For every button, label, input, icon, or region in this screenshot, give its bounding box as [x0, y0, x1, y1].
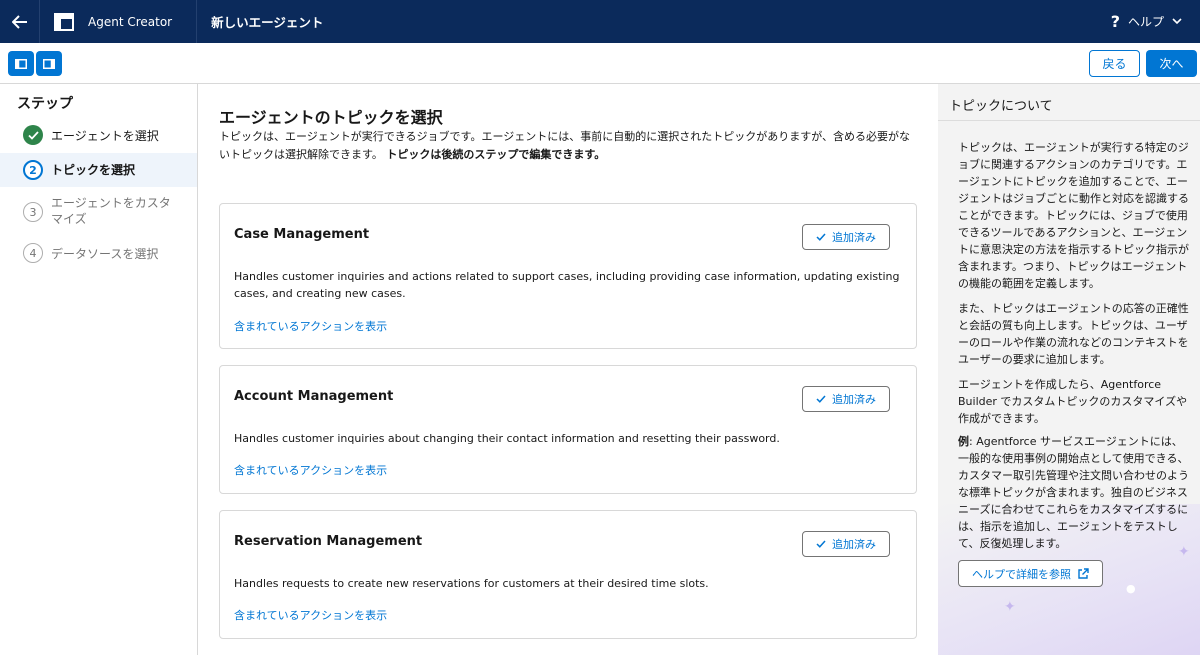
- panel-paragraph: 例: Agentforce サービスエージェントには、一般的な使用事例の開始点と…: [958, 433, 1190, 552]
- step-select-data-sources[interactable]: 4 データソースを選択: [0, 242, 197, 266]
- panel-left-icon: [15, 58, 27, 69]
- panel-right-icon: [43, 58, 55, 69]
- toggle-right-panel-button[interactable]: [36, 51, 62, 76]
- help-label: ヘルプ: [1127, 15, 1164, 29]
- step-select-topics[interactable]: 2 トピックを選択: [0, 153, 197, 187]
- question-icon: ?: [1110, 12, 1120, 31]
- toggle-left-panel-button[interactable]: [8, 51, 34, 76]
- step-label: エージェントをカスタマイズ: [51, 196, 171, 226]
- example-text: : Agentforce サービスエージェントには、一般的な使用事例の開始点とし…: [958, 435, 1189, 550]
- page-title: 新しいエージェント: [211, 15, 324, 30]
- step-label: エージェントを選択: [51, 129, 159, 143]
- panel-header: トピックについて: [938, 84, 1200, 121]
- check-icon: [816, 395, 826, 403]
- help-details-button[interactable]: ヘルプで詳細を参照: [958, 560, 1103, 587]
- topic-card-reservation-management: Reservation Management 追加済み Handles requ…: [219, 510, 917, 639]
- panel-paragraph: また、トピックはエージェントの応答の正確性と会話の質も向上します。トピックは、ユ…: [958, 302, 1189, 366]
- topic-card-case-management: Case Management 追加済み Handles customer in…: [219, 203, 917, 349]
- panel-paragraph: トピックは、エージェントが実行する特定のジョブに関連するアクションのカテゴリです…: [958, 141, 1189, 290]
- topic-title: Reservation Management: [234, 534, 423, 549]
- step-select-agent[interactable]: エージェントを選択: [0, 122, 197, 149]
- steps-title: ステップ: [17, 96, 73, 112]
- arrow-left-icon: [11, 14, 27, 29]
- topic-title: Case Management: [234, 227, 370, 242]
- description-bold-text: トピックは後続のステップで編集できます。: [386, 148, 606, 161]
- main-content: エージェントのトピックを選択 トピックは、エージェントが実行できるジョブです。エ…: [199, 84, 937, 655]
- topic-card-account-management: Account Management 追加済み Handles customer…: [219, 365, 917, 494]
- step-number: 2: [23, 160, 43, 180]
- view-actions-link[interactable]: 含まれているアクションを表示: [234, 318, 387, 334]
- step-number: 4: [23, 243, 43, 263]
- back-step-button[interactable]: 戻る: [1089, 50, 1140, 77]
- topic-description: Handles customer inquiries and actions r…: [234, 270, 900, 300]
- check-icon: [816, 233, 826, 241]
- global-header: Agent Creator 新しいエージェント ? ヘルプ: [0, 0, 1200, 43]
- example-label: 例: [958, 435, 969, 448]
- step-label: トピックを選択: [51, 163, 136, 177]
- added-label: 追加済み: [832, 231, 876, 244]
- topic-description: Handles requests to create new reservati…: [234, 577, 709, 590]
- topic-description: Handles customer inquiries about changin…: [234, 432, 780, 445]
- app-launcher[interactable]: Agent Creator: [40, 0, 198, 43]
- section-title: エージェントのトピックを選択: [219, 108, 443, 127]
- back-button[interactable]: [0, 0, 40, 43]
- step-label: データソースを選択: [51, 247, 159, 261]
- help-button-label: ヘルプで詳細を参照: [972, 567, 1071, 581]
- added-label: 追加済み: [832, 538, 876, 551]
- added-toggle-button[interactable]: 追加済み: [802, 224, 890, 250]
- panel-title: トピックについて: [949, 99, 1053, 114]
- sparkle-icon: ●: [1126, 582, 1136, 595]
- check-icon: [816, 540, 826, 548]
- steps-panel: ステップ エージェントを選択 2 トピックを選択 3 エージェントをカスタマイズ…: [0, 84, 198, 655]
- sparkle-icon: ✦: [1004, 599, 1016, 615]
- help-side-panel: ✦ ✦ ● トピックについて トピックは、エージェントが実行する特定のジョブに関…: [938, 84, 1200, 655]
- next-step-button[interactable]: 次へ: [1146, 50, 1197, 77]
- added-toggle-button[interactable]: 追加済み: [802, 386, 890, 412]
- check-circle-icon: [23, 125, 43, 145]
- added-label: 追加済み: [832, 393, 876, 406]
- help-menu[interactable]: ? ヘルプ: [1111, 0, 1182, 43]
- topic-title: Account Management: [234, 389, 394, 404]
- step-customize-agent[interactable]: 3 エージェントをカスタマイズ: [0, 194, 197, 230]
- panel-paragraph: エージェントを作成したら、Agentforce Builder でカスタムトピッ…: [958, 378, 1188, 425]
- toolbar: 戻る 次へ: [0, 43, 1200, 84]
- added-toggle-button[interactable]: 追加済み: [802, 531, 890, 557]
- external-link-icon: [1078, 567, 1089, 579]
- view-actions-link[interactable]: 含まれているアクションを表示: [234, 607, 387, 623]
- section-description: トピックは、エージェントが実行できるジョブです。エージェントには、事前に自動的に…: [219, 128, 919, 164]
- view-actions-link[interactable]: 含まれているアクションを表示: [234, 462, 387, 478]
- chevron-down-icon: [1172, 18, 1182, 25]
- app-layout-icon: [54, 12, 74, 31]
- step-number: 3: [23, 202, 43, 222]
- app-title: Agent Creator: [88, 14, 173, 29]
